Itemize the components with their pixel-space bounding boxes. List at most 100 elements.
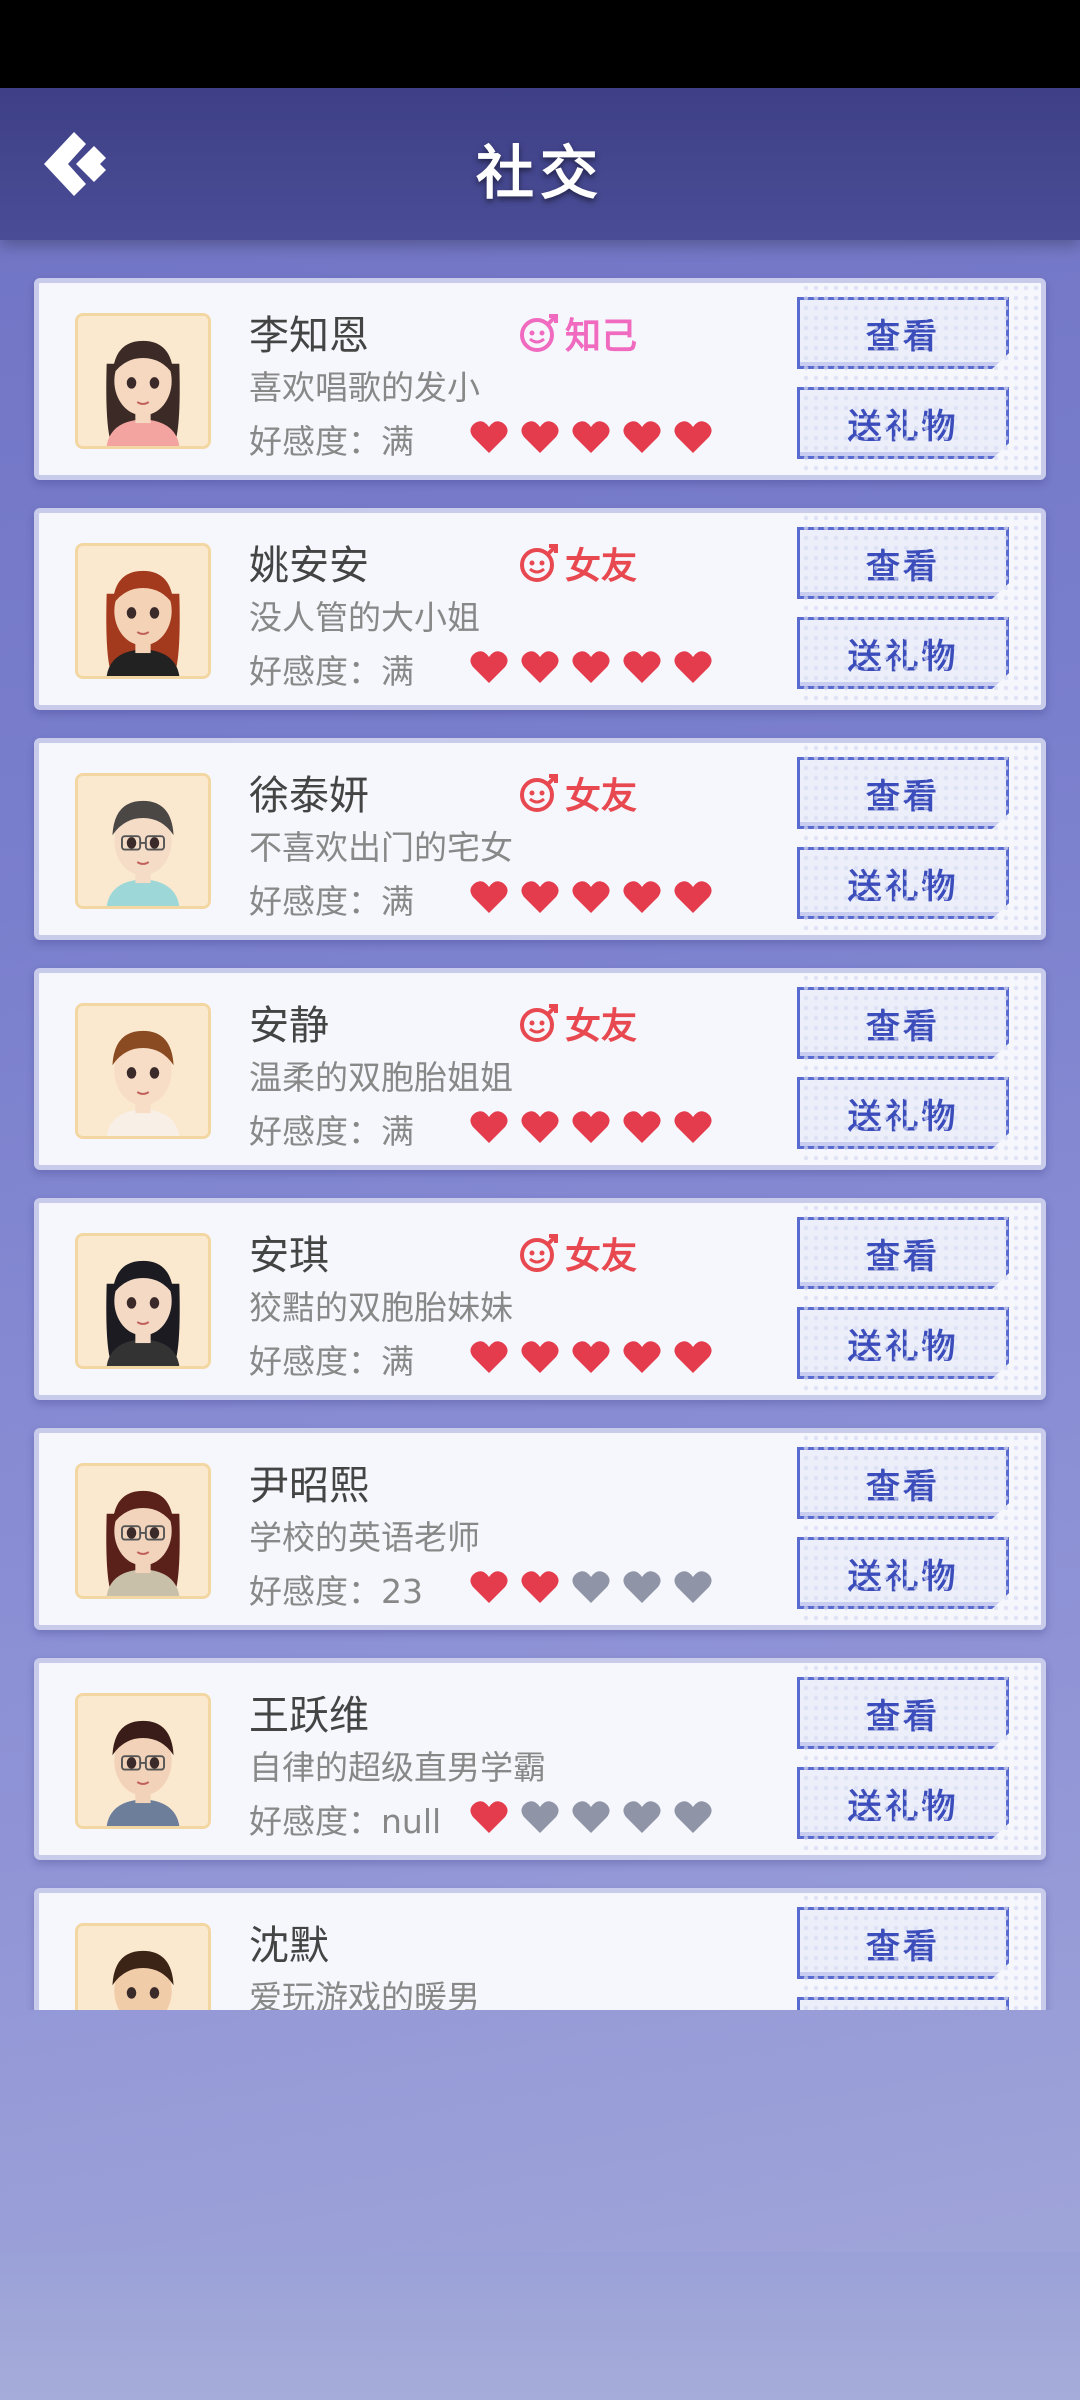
heart-empty-icon [674,1801,712,1833]
affection-value: 满 [381,422,414,461]
send-gift-button[interactable]: 送礼物 [797,387,1009,459]
affection-value: 满 [381,1342,414,1381]
heart-filled-icon [470,421,508,453]
send-gift-button[interactable]: 送礼物 [797,1537,1009,1609]
avatar-image [78,1926,208,2010]
contact-card[interactable]: 尹昭熙 学校的英语老师 好感度：23 查看 送礼物 [34,1428,1046,1630]
send-gift-button[interactable]: 送礼物 [797,1077,1009,1149]
relation-badge: 女友 [519,537,637,589]
affection-hearts [469,1569,713,1605]
heart-filled-icon [521,881,559,913]
relation-badge: 女友 [519,997,637,1049]
relation-face-icon [520,774,558,812]
view-button[interactable]: 查看 [797,1217,1009,1289]
affection-value: 满 [381,882,414,921]
affection-text: 好感度：23 [249,1565,423,1613]
contact-card[interactable]: 李知恩 知己 喜欢唱歌的发小 好感度：满 查看 送礼物 [34,278,1046,480]
send-gift-button[interactable]: 送礼物 [797,1997,1009,2010]
affection-label: 好感度： [249,1802,381,1841]
avatar-image [78,546,208,676]
avatar-image [78,1696,208,1826]
avatar[interactable] [75,543,211,679]
heart-filled-icon [470,881,508,913]
avatar[interactable] [75,1463,211,1599]
contact-card[interactable]: 安静 女友温柔的双胞胎姐姐好感度：满 查看送礼物 [34,968,1046,1170]
heart-empty-icon [674,1571,712,1603]
heart-filled-icon [470,651,508,683]
contact-card[interactable]: 徐泰妍 女友 不喜欢出门的宅女 好感度：满 查看 送礼物 [34,738,1046,940]
relation-label: 女友 [565,546,638,587]
affection-hearts [469,1109,713,1145]
contact-card[interactable]: 王跃维 自律的超级直男学霸 好感度：null 查看 送礼物 [34,1658,1046,1860]
relation-face-icon [520,1234,558,1272]
heart-filled-icon [623,1111,661,1143]
avatar[interactable] [75,1923,211,2010]
send-gift-button[interactable]: 送礼物 [797,617,1009,689]
affection-label: 好感度： [249,422,381,461]
heart-filled-icon [572,1111,610,1143]
send-gift-button[interactable]: 送礼物 [797,1307,1009,1379]
heart-filled-icon [572,421,610,453]
avatar[interactable] [75,1233,211,1369]
relation-label: 女友 [565,1006,638,1047]
contact-description: 不喜欢出门的宅女 [249,828,513,867]
contact-name: 李知恩 [249,313,369,359]
affection-text: 好感度：满 [249,415,414,463]
send-gift-button[interactable]: 送礼物 [797,1767,1009,1839]
view-button[interactable]: 查看 [797,1447,1009,1519]
avatar-image [78,1006,208,1136]
contact-description: 自律的超级直男学霸 [249,1748,546,1787]
avatar[interactable] [75,1003,211,1139]
heart-filled-icon [521,1111,559,1143]
contact-card[interactable]: 姚安安 女友 没人管的大小姐 好感度：满 查看 送礼物 [34,508,1046,710]
view-button[interactable]: 查看 [797,527,1009,599]
contact-card[interactable]: 安琪 女友 狡黠的双胞胎妹妹 好感度：满 查看 送礼物 [34,1198,1046,1400]
avatar-image [78,1466,208,1596]
view-button[interactable]: 查看 [797,297,1009,369]
affection-text: 好感度：满 [249,875,414,923]
heart-filled-icon [470,1111,508,1143]
avatar[interactable] [75,1693,211,1829]
heart-filled-icon [674,881,712,913]
avatar-image [78,776,208,906]
heart-filled-icon [521,651,559,683]
heart-filled-icon [623,1341,661,1373]
affection-hearts [469,419,713,455]
heart-empty-icon [623,1801,661,1833]
send-gift-button[interactable]: 送礼物 [797,847,1009,919]
affection-hearts [469,1799,713,1835]
contact-description: 学校的英语老师 [249,1518,480,1557]
contact-name: 安静 [249,1003,329,1049]
contact-list[interactable]: 李知恩 知己 喜欢唱歌的发小 好感度：满 查看 送礼物 姚安安 女友 没人管的大小姐 好感度：满查… [0,0,1080,2010]
view-button[interactable]: 查看 [797,1907,1009,1979]
heart-empty-icon [572,1801,610,1833]
view-button[interactable]: 查看 [797,1677,1009,1749]
affection-text: 好感度：满 [249,645,414,693]
contact-card[interactable]: 沈默爱玩游戏的暖男好感度：null查看送礼物 [34,1888,1046,2010]
affection-hearts [469,879,713,915]
heart-filled-icon [623,421,661,453]
affection-text: 好感度：满 [249,1105,414,1153]
avatar-image [78,1236,208,1366]
heart-empty-icon [521,1801,559,1833]
contact-description: 狡黠的双胞胎妹妹 [249,1288,513,1327]
contact-description: 温柔的双胞胎姐姐 [249,1058,513,1097]
relation-label: 知己 [565,316,638,357]
relation-badge: 女友 [519,1227,637,1279]
relation-face-icon [520,1004,558,1042]
view-button[interactable]: 查看 [797,987,1009,1059]
contact-name: 沈默 [249,1923,329,1969]
affection-value: 满 [381,1112,414,1151]
avatar[interactable] [75,313,211,449]
heart-filled-icon [674,421,712,453]
contact-description: 没人管的大小姐 [249,598,480,637]
bottom-fade [0,2252,1080,2400]
affection-value: 满 [381,652,414,691]
relation-face-icon [520,544,558,582]
view-button[interactable]: 查看 [797,757,1009,829]
heart-filled-icon [521,421,559,453]
avatar-image [78,316,208,446]
heart-filled-icon [470,1801,508,1833]
avatar[interactable] [75,773,211,909]
contact-name: 徐泰妍 [249,773,369,819]
